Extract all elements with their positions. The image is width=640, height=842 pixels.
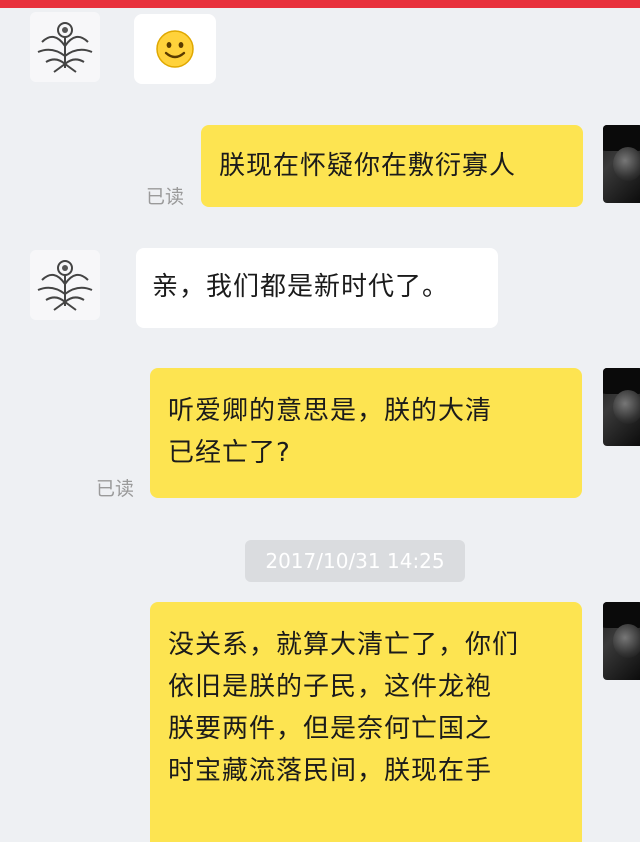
bot-avatar[interactable] [30,12,100,82]
message-text-line: 没关系，就算大清亡了，你们 [168,630,520,660]
user-avatar[interactable] [603,125,640,203]
message-bubble-outgoing[interactable]: 朕现在怀疑你在敷衍寡人 [201,125,583,207]
message-bubble-incoming[interactable]: 亲，我们都是新时代了。 [136,248,498,328]
message-text-line: 时宝藏流落民间，朕现在手 [168,756,493,786]
bot-avatar[interactable] [30,250,100,320]
user-avatar[interactable] [603,602,640,680]
read-receipt: 已读 [146,186,185,208]
timestamp-divider: 2017/10/31 14:25 [245,540,465,582]
message-text: 亲，我们都是新时代了。 [152,272,450,302]
message-bubble-outgoing[interactable]: 听爱卿的意思是，朕的大清 已经亡了? [150,368,582,498]
message-text-line: 依旧是朕的子民，这件龙袍 [168,672,493,702]
message-bubble-outgoing[interactable]: 没关系，就算大清亡了，你们 依旧是朕的子民，这件龙袍 朕要两件，但是奈何亡国之 … [150,602,582,842]
top-bar [0,0,640,8]
smiley-emoji-icon [156,30,194,68]
message-bubble-emoji[interactable] [134,14,216,84]
ornament-logo-icon [37,260,93,311]
message-text-line: 朕要两件，但是奈何亡国之 [168,714,493,744]
ornament-logo-icon [37,22,93,73]
user-avatar[interactable] [603,368,640,446]
message-text: 朕现在怀疑你在敷衍寡人 [219,151,517,181]
read-receipt: 已读 [96,478,135,500]
message-text-line: 听爱卿的意思是，朕的大清 [168,396,493,426]
message-text-line: 已经亡了? [168,438,291,468]
